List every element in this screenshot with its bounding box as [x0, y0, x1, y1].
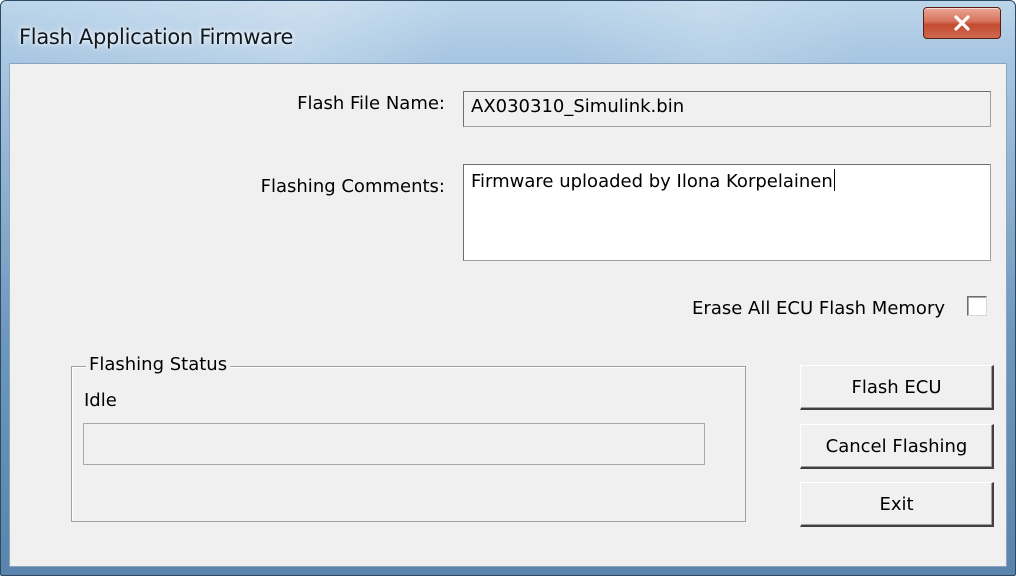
flashing-status-group-label: Flashing Status [86, 354, 231, 375]
dialog-content: Flash File Name: AX030310_Simulink.bin F… [9, 63, 1007, 567]
title-bar[interactable]: Flash Application Firmware [1, 1, 1015, 63]
exit-button[interactable]: Exit [800, 482, 994, 527]
flash-file-name-label: Flash File Name: [297, 93, 445, 114]
window-title: Flash Application Firmware [19, 25, 294, 49]
erase-flash-memory-label: Erase All ECU Flash Memory [692, 298, 945, 319]
flash-ecu-button[interactable]: Flash ECU [800, 365, 994, 410]
flashing-status-text: Idle [84, 390, 117, 411]
close-button[interactable] [923, 7, 1001, 39]
text-caret [833, 169, 835, 191]
flash-file-name-value: AX030310_Simulink.bin [471, 96, 685, 117]
flashing-progress-bar [83, 423, 705, 465]
close-x-icon [953, 15, 971, 31]
cancel-flashing-button[interactable]: Cancel Flashing [800, 424, 994, 469]
erase-flash-memory-checkbox[interactable] [967, 296, 987, 316]
flashing-comments-value: Firmware uploaded by Ilona Korpelainen [471, 171, 833, 192]
flashing-comments-label: Flashing Comments: [260, 176, 445, 197]
flashing-comments-field[interactable]: Firmware uploaded by Ilona Korpelainen [463, 164, 991, 261]
flash-file-name-field[interactable]: AX030310_Simulink.bin [463, 91, 991, 127]
dialog-window: Flash Application Firmware Flash File Na… [0, 0, 1016, 576]
